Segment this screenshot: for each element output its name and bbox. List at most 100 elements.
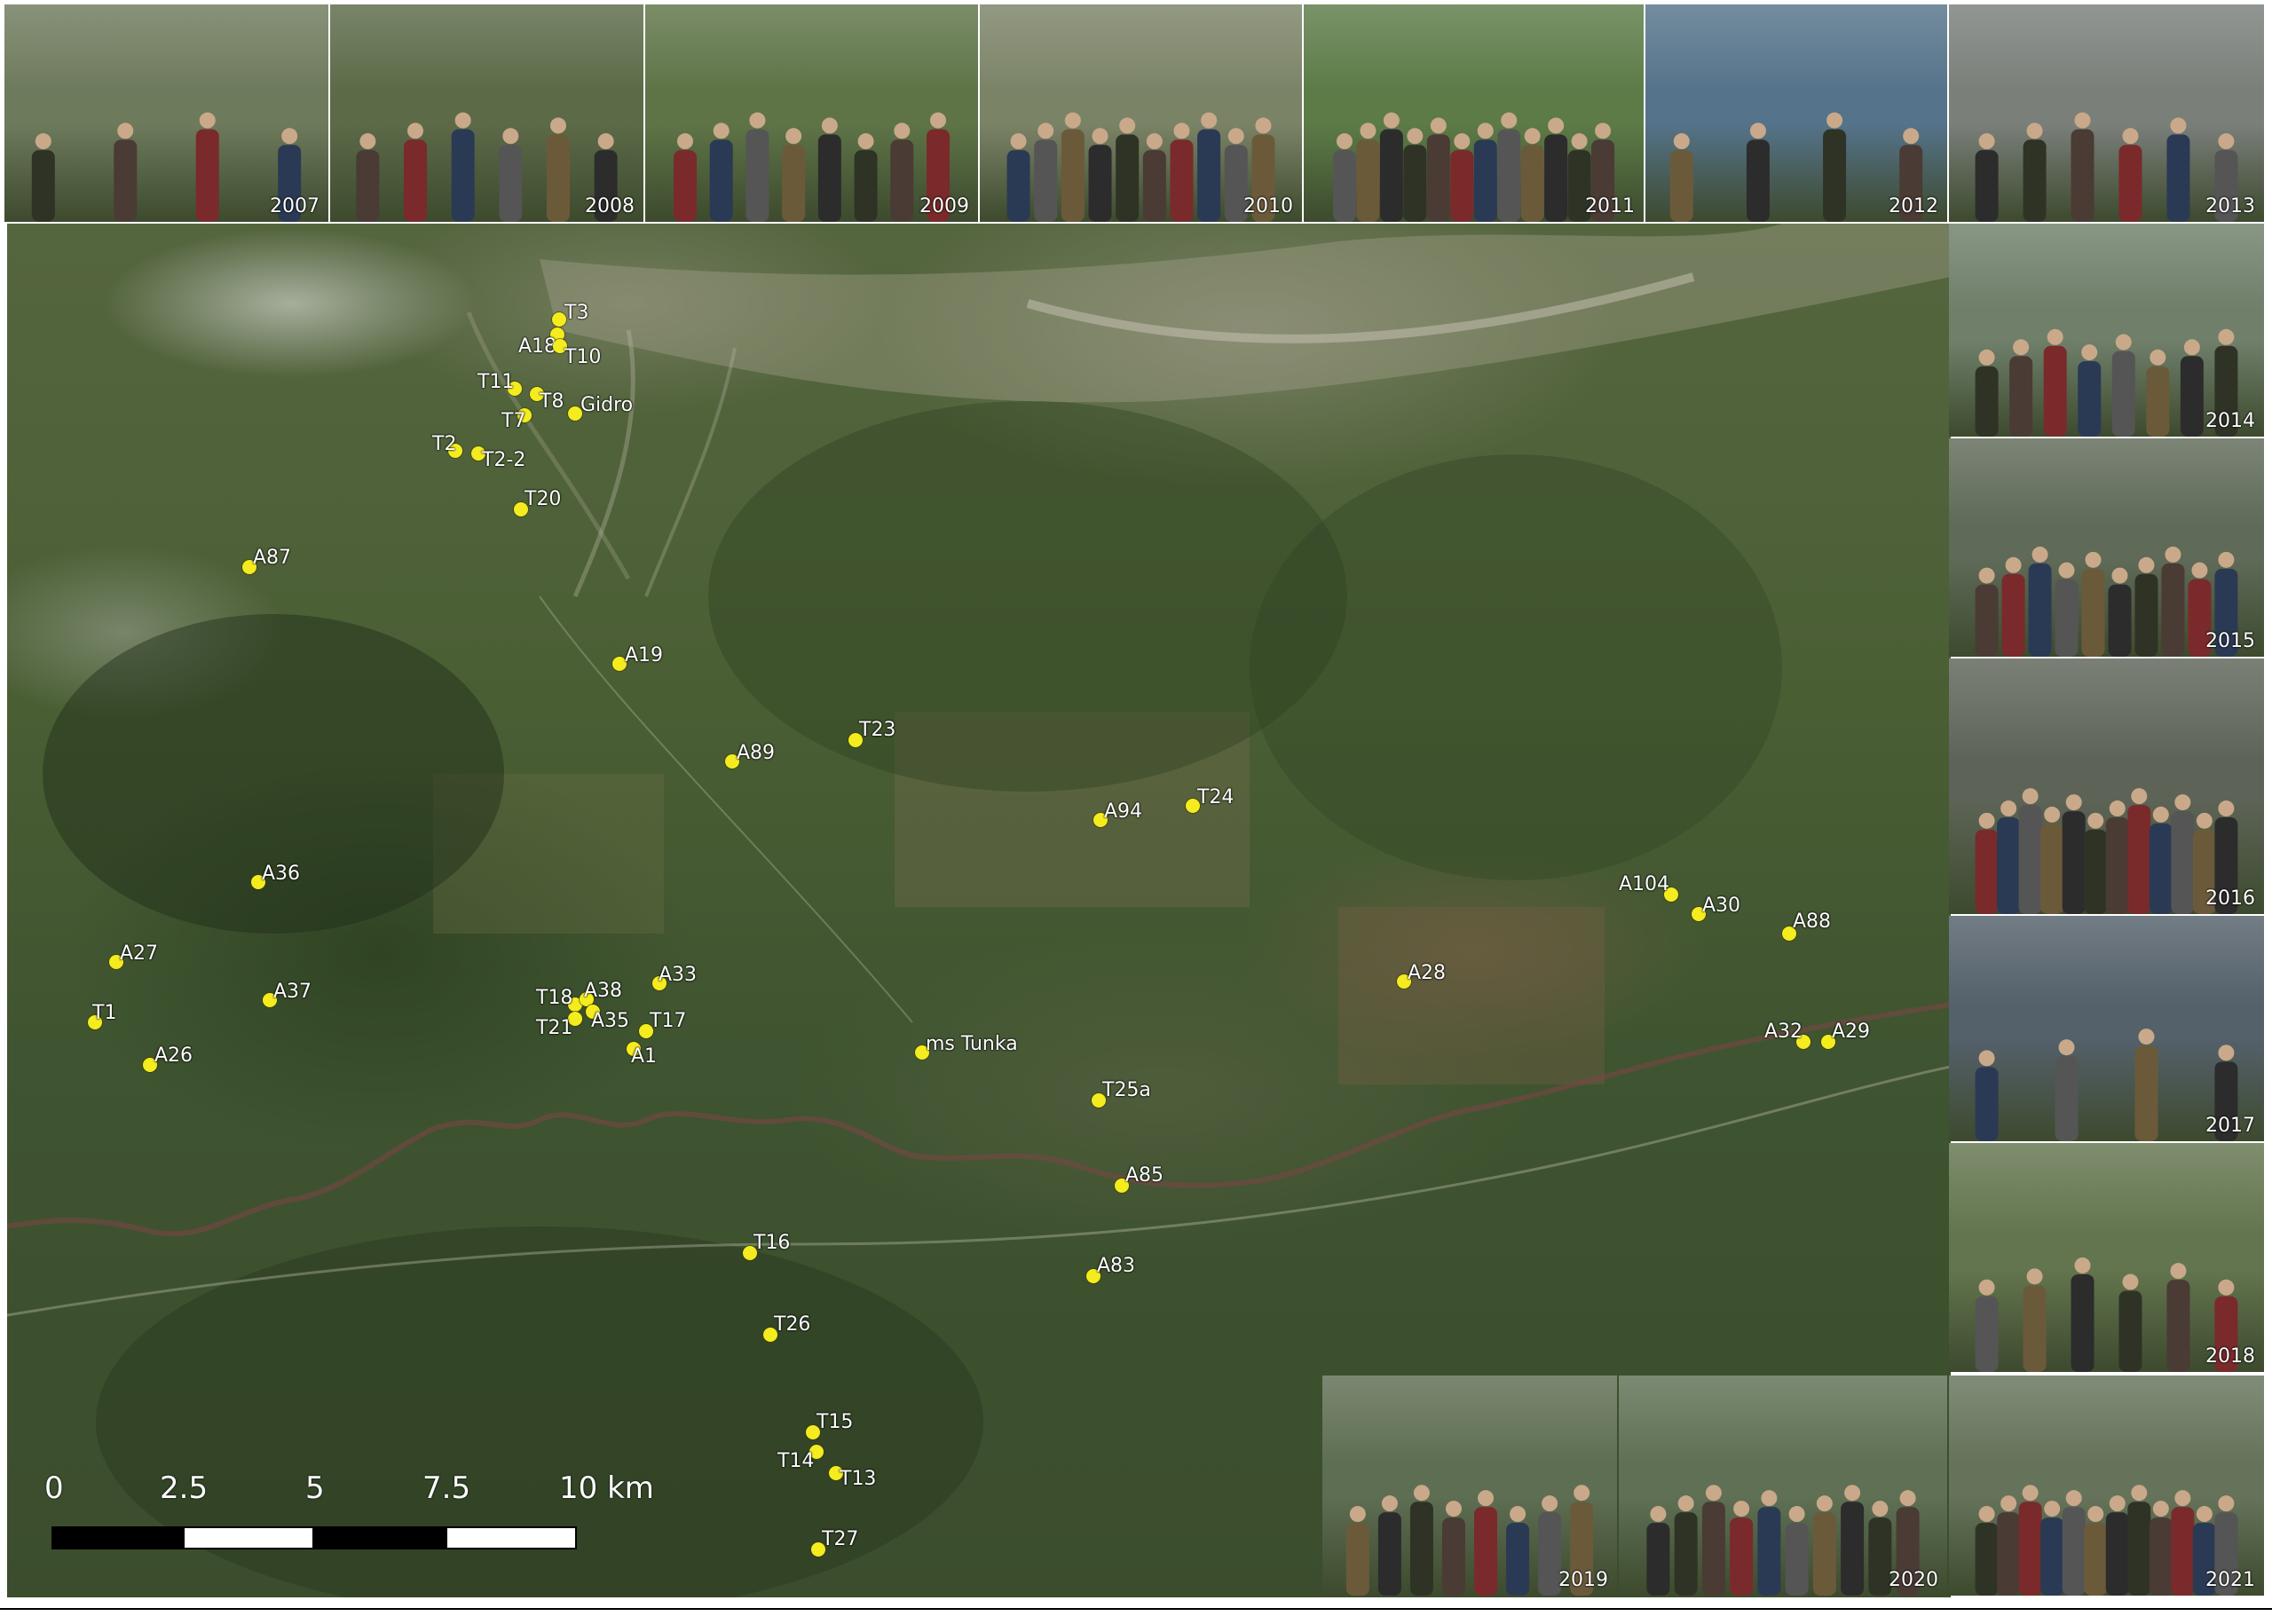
person-silhouette	[2009, 339, 2033, 437]
person-silhouette	[1520, 128, 1544, 222]
photo-year: 2010	[1243, 195, 1293, 217]
point-label: A28	[1408, 962, 1447, 984]
person-silhouette	[356, 133, 380, 222]
person-silhouette	[2118, 1273, 2142, 1372]
point-label: A83	[1097, 1255, 1136, 1277]
person-silhouette	[1975, 1050, 1999, 1141]
person-silhouette	[451, 112, 475, 222]
bottom-border	[0, 1608, 2272, 1624]
point-label: Gidro	[580, 394, 634, 416]
person-silhouette	[1197, 112, 1221, 222]
photo-year: 2008	[585, 195, 635, 217]
point-label: T11	[477, 371, 515, 393]
point-label: T2-2	[482, 449, 526, 471]
person-silhouette	[2001, 557, 2025, 657]
point-label: T25a	[1102, 1079, 1151, 1101]
person-silhouette	[1841, 1485, 1865, 1596]
point-label: A32	[1764, 1021, 1803, 1043]
scale-bar-segment	[51, 1526, 183, 1549]
point-label: T21	[536, 1017, 573, 1039]
scale-tick-label: 2.5	[160, 1470, 209, 1506]
person-silhouette	[1669, 133, 1693, 222]
person-silhouette	[2018, 1485, 2042, 1596]
person-silhouette	[782, 128, 806, 222]
person-silhouette	[1034, 122, 1058, 222]
photo-year: 2012	[1889, 195, 1938, 217]
person-silhouette	[890, 122, 914, 222]
person-silhouette	[2180, 339, 2204, 437]
person-silhouette	[2118, 128, 2142, 222]
person-silhouette	[2105, 800, 2129, 914]
field-photo: 2013	[1949, 4, 2264, 222]
person-silhouette	[114, 122, 138, 222]
person-silhouette	[2111, 334, 2135, 437]
person-silhouette	[2023, 122, 2047, 222]
point-label: T23	[859, 719, 896, 741]
field-photo: 2008	[330, 4, 643, 222]
person-silhouette	[1975, 568, 1999, 657]
person-silhouette	[1356, 122, 1380, 222]
point-label: A94	[1104, 800, 1143, 823]
person-silhouette	[1441, 1501, 1465, 1596]
point-label: T1	[92, 1002, 117, 1024]
point-label: T8	[540, 390, 564, 413]
person-silhouette	[1116, 117, 1140, 222]
point-label: A38	[584, 980, 623, 1002]
person-silhouette	[1823, 112, 1847, 222]
person-silhouette	[1746, 122, 1770, 222]
field-photo: 2009	[645, 4, 978, 222]
person-silhouette	[2062, 1490, 2086, 1596]
person-silhouette	[1474, 1490, 1498, 1596]
person-silhouette	[2105, 1495, 2129, 1596]
person-silhouette	[2171, 1490, 2195, 1596]
point-label: A36	[262, 863, 301, 885]
person-silhouette	[2055, 1038, 2079, 1141]
person-silhouette	[1345, 1506, 1369, 1596]
point-label: A35	[591, 1010, 630, 1032]
person-silhouette	[1473, 122, 1497, 222]
point-label: A85	[1125, 1164, 1164, 1186]
scale-tick-label: 7.5	[422, 1470, 471, 1506]
point-label: A30	[1702, 895, 1741, 917]
person-silhouette	[404, 122, 428, 222]
point-label: T14	[777, 1450, 815, 1472]
field-photo: 2015	[1949, 438, 2264, 657]
photo-year: 2018	[2205, 1345, 2255, 1368]
person-silhouette	[2108, 568, 2132, 657]
person-silhouette	[1426, 117, 1450, 222]
person-silhouette	[1812, 1495, 1836, 1596]
photo-year: 2013	[2205, 195, 2255, 217]
point-label: A87	[253, 547, 292, 569]
point-label: T16	[753, 1232, 791, 1254]
point-label: T24	[1197, 786, 1235, 808]
scale-bar-segment	[314, 1526, 446, 1549]
point-label: A26	[154, 1045, 193, 1067]
person-silhouette	[2062, 794, 2086, 914]
point-label: T10	[564, 346, 602, 368]
person-silhouette	[2043, 328, 2067, 437]
point-label: T17	[650, 1010, 687, 1032]
point-label: A37	[273, 981, 312, 1003]
field-photo: 2014	[1949, 224, 2264, 437]
point-label: A33	[659, 964, 698, 986]
person-silhouette	[1975, 1279, 1999, 1372]
field-photo: 2007	[4, 4, 328, 222]
photo-year: 2016	[2205, 887, 2255, 910]
person-silhouette	[1997, 1495, 2021, 1596]
photo-year: 2009	[919, 195, 969, 217]
person-silhouette	[1757, 1490, 1781, 1596]
person-silhouette	[1997, 800, 2021, 914]
person-silhouette	[1403, 128, 1427, 222]
person-silhouette	[2127, 1485, 2151, 1596]
field-photo: 2021	[1949, 1376, 2264, 1596]
person-silhouette	[2028, 547, 2052, 657]
field-photo: 2020	[1619, 1376, 1947, 1596]
person-silhouette	[2127, 788, 2151, 914]
person-silhouette	[195, 112, 219, 222]
person-silhouette	[1544, 117, 1568, 222]
person-silhouette	[1170, 122, 1194, 222]
field-photo: 2012	[1645, 4, 1947, 222]
person-silhouette	[1975, 133, 1999, 222]
person-silhouette	[2078, 344, 2102, 437]
person-silhouette	[499, 128, 523, 222]
